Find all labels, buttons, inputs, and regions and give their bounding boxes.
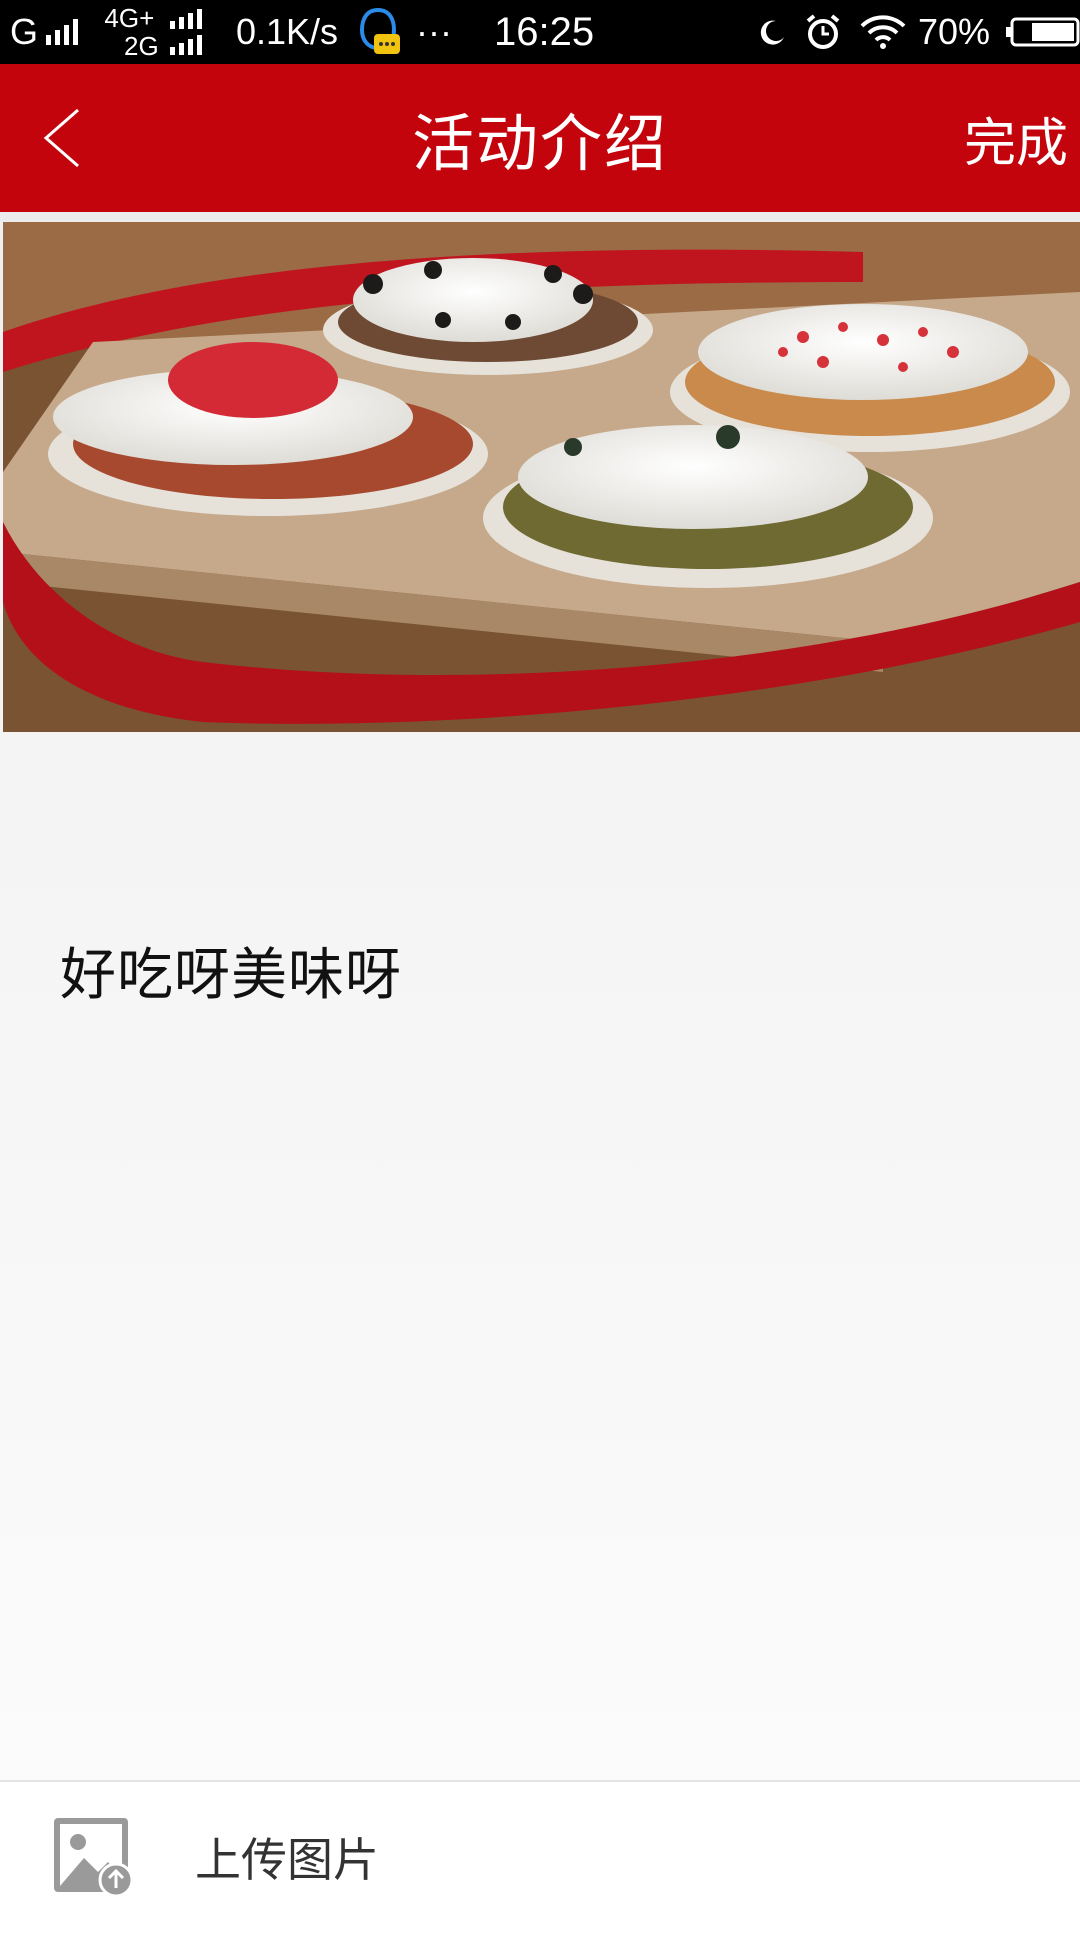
battery-icon: [1006, 0, 1080, 64]
done-button[interactable]: 完成: [964, 64, 1068, 212]
upload-image-button[interactable]: 上传图片: [195, 1782, 379, 1932]
chat-notification-icon: [354, 0, 402, 64]
moon-icon: [758, 0, 786, 64]
dual-signal-bars-icon: [170, 0, 202, 64]
divider: [0, 212, 1080, 222]
carrier-signal: G: [10, 0, 79, 64]
bottom-toolbar: 上传图片: [0, 1780, 1080, 1957]
carrier-label: G: [10, 11, 39, 52]
image-upload-icon[interactable]: [52, 1816, 134, 1898]
content-area: 好吃呀美味呀: [0, 222, 1080, 1780]
battery-percent: 70%: [918, 0, 990, 64]
battery-label: 70%: [918, 11, 991, 52]
alarm-icon: [804, 0, 842, 64]
signal-bars-icon: [46, 19, 79, 45]
network-indicator: 4G+ 2G: [100, 0, 159, 64]
clock-label: 16:25: [494, 9, 595, 54]
network-bottom-label: 2G: [124, 31, 159, 61]
cupcakes-photo[interactable]: [3, 222, 1080, 732]
network-top-label: 4G+: [104, 3, 155, 33]
network-speed: 0.1K/s: [236, 0, 338, 64]
status-bar: G 4G+ 2G 0.1K/s ··· 16:25 70%: [0, 0, 1080, 64]
more-label: ···: [416, 11, 452, 52]
more-indicator: ···: [416, 0, 452, 64]
clock: 16:25: [494, 0, 594, 64]
nav-bar: 活动介绍 完成: [0, 64, 1080, 212]
page-title: 活动介绍: [411, 107, 668, 180]
network-speed-label: 0.1K/s: [236, 11, 339, 52]
wifi-icon: [860, 0, 906, 64]
intro-text[interactable]: 好吃呀美味呀: [60, 930, 402, 1011]
